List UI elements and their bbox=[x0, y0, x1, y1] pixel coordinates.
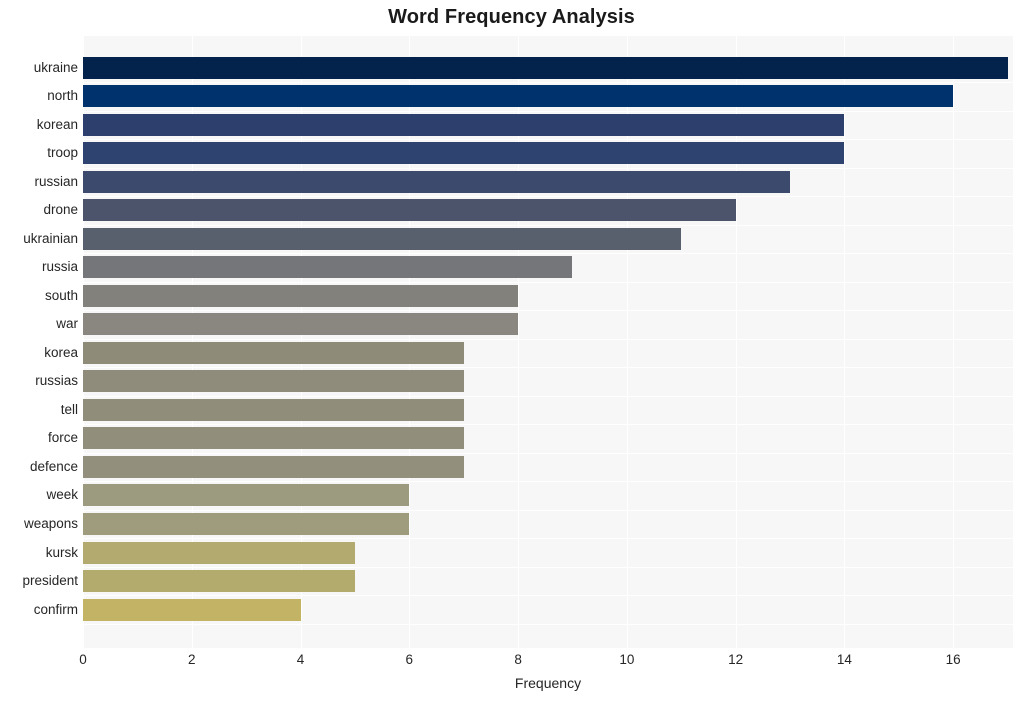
y-axis-tick-label: south bbox=[44, 287, 78, 303]
x-axis-tick-label: 4 bbox=[296, 652, 305, 667]
y-axis-tick-label: russia bbox=[41, 259, 78, 275]
gridline-horizontal bbox=[83, 310, 1013, 312]
bar bbox=[83, 142, 845, 165]
gridline-vertical bbox=[953, 36, 955, 648]
bar bbox=[83, 513, 410, 535]
x-axis-tick-label: 2 bbox=[188, 652, 196, 667]
x-axis-tick-label: 0 bbox=[79, 652, 87, 667]
bar bbox=[83, 56, 1008, 79]
x-axis-tick-label: 16 bbox=[945, 652, 961, 667]
bar bbox=[83, 284, 519, 307]
bar bbox=[83, 570, 355, 592]
y-axis-tick-label: force bbox=[47, 430, 78, 446]
y-axis-tick-label: war bbox=[56, 316, 78, 332]
bar bbox=[83, 455, 464, 478]
x-axis-tick-label: 12 bbox=[728, 652, 744, 667]
chart-title: Word Frequency Analysis bbox=[388, 6, 635, 28]
bar bbox=[83, 484, 410, 507]
y-axis-tick-label: week bbox=[46, 487, 78, 503]
bar bbox=[83, 313, 519, 336]
gridline-horizontal bbox=[83, 82, 1013, 84]
x-axis-title: Frequency bbox=[514, 675, 582, 691]
bar bbox=[83, 227, 682, 250]
gridline-horizontal bbox=[83, 509, 1013, 511]
bar bbox=[83, 598, 301, 621]
y-axis-tick-label: ukraine bbox=[33, 59, 78, 75]
y-axis-tick-label: weapons bbox=[23, 516, 78, 531]
y-axis-tick-label: confirm bbox=[33, 601, 78, 617]
bar bbox=[83, 427, 464, 450]
y-axis-tick-label: kursk bbox=[45, 544, 78, 560]
y-axis-tick-label: russias bbox=[35, 373, 78, 389]
x-axis-tick-label: 10 bbox=[619, 652, 635, 667]
gridline-horizontal bbox=[83, 595, 1013, 597]
x-axis-tick-label: 8 bbox=[514, 652, 522, 667]
y-axis-tick-label: tell bbox=[60, 401, 78, 417]
y-axis-tick-label: drone bbox=[43, 202, 78, 218]
y-axis-tick-label: korea bbox=[44, 344, 78, 360]
word-frequency-bar-chart: Word Frequency Analysis ukraine north kore… bbox=[0, 0, 1023, 701]
bar bbox=[83, 370, 464, 393]
gridline-horizontal bbox=[83, 338, 1013, 340]
bar bbox=[83, 113, 845, 136]
y-axis-tick-label: troop bbox=[47, 145, 78, 161]
bar bbox=[83, 256, 573, 279]
y-axis-tick-label: defence bbox=[29, 458, 78, 474]
gridline-horizontal bbox=[83, 395, 1013, 397]
y-axis-tick-label: north bbox=[47, 88, 78, 104]
gridline-horizontal bbox=[83, 566, 1013, 568]
gridline-horizontal bbox=[83, 110, 1013, 112]
gridline-horizontal bbox=[83, 196, 1013, 198]
gridline-vertical bbox=[844, 36, 846, 648]
gridline-horizontal bbox=[83, 452, 1013, 454]
gridline-horizontal bbox=[83, 253, 1013, 255]
x-axis-tick-label: 6 bbox=[405, 652, 414, 667]
gridline-horizontal bbox=[83, 538, 1013, 540]
plot-area bbox=[83, 36, 1013, 648]
bar bbox=[83, 341, 464, 364]
gridline-horizontal bbox=[83, 224, 1013, 226]
bar bbox=[83, 85, 954, 108]
y-axis-tick-label: ukrainian bbox=[23, 230, 78, 246]
y-axis-category-labels: ukraine north korean troop russian drone ukrai… bbox=[0, 36, 78, 648]
y-axis-tick-label: russian bbox=[34, 173, 78, 189]
y-axis-tick-label: president bbox=[22, 573, 78, 588]
bar bbox=[83, 541, 355, 564]
gridline-horizontal bbox=[83, 167, 1013, 169]
bar bbox=[83, 170, 791, 193]
gridline-horizontal bbox=[83, 139, 1013, 141]
x-axis-tick-labels: 0 2 4 6 8 10 12 14 16 bbox=[0, 652, 1023, 674]
y-axis-tick-label: korean bbox=[36, 116, 78, 132]
gridline-horizontal bbox=[83, 281, 1013, 283]
bar bbox=[83, 199, 736, 222]
gridline-horizontal bbox=[83, 424, 1013, 426]
gridline-horizontal bbox=[83, 481, 1013, 483]
bar bbox=[83, 398, 464, 421]
gridline-horizontal bbox=[83, 623, 1013, 625]
x-axis-tick-label: 14 bbox=[836, 652, 852, 667]
gridline-horizontal bbox=[83, 367, 1013, 369]
